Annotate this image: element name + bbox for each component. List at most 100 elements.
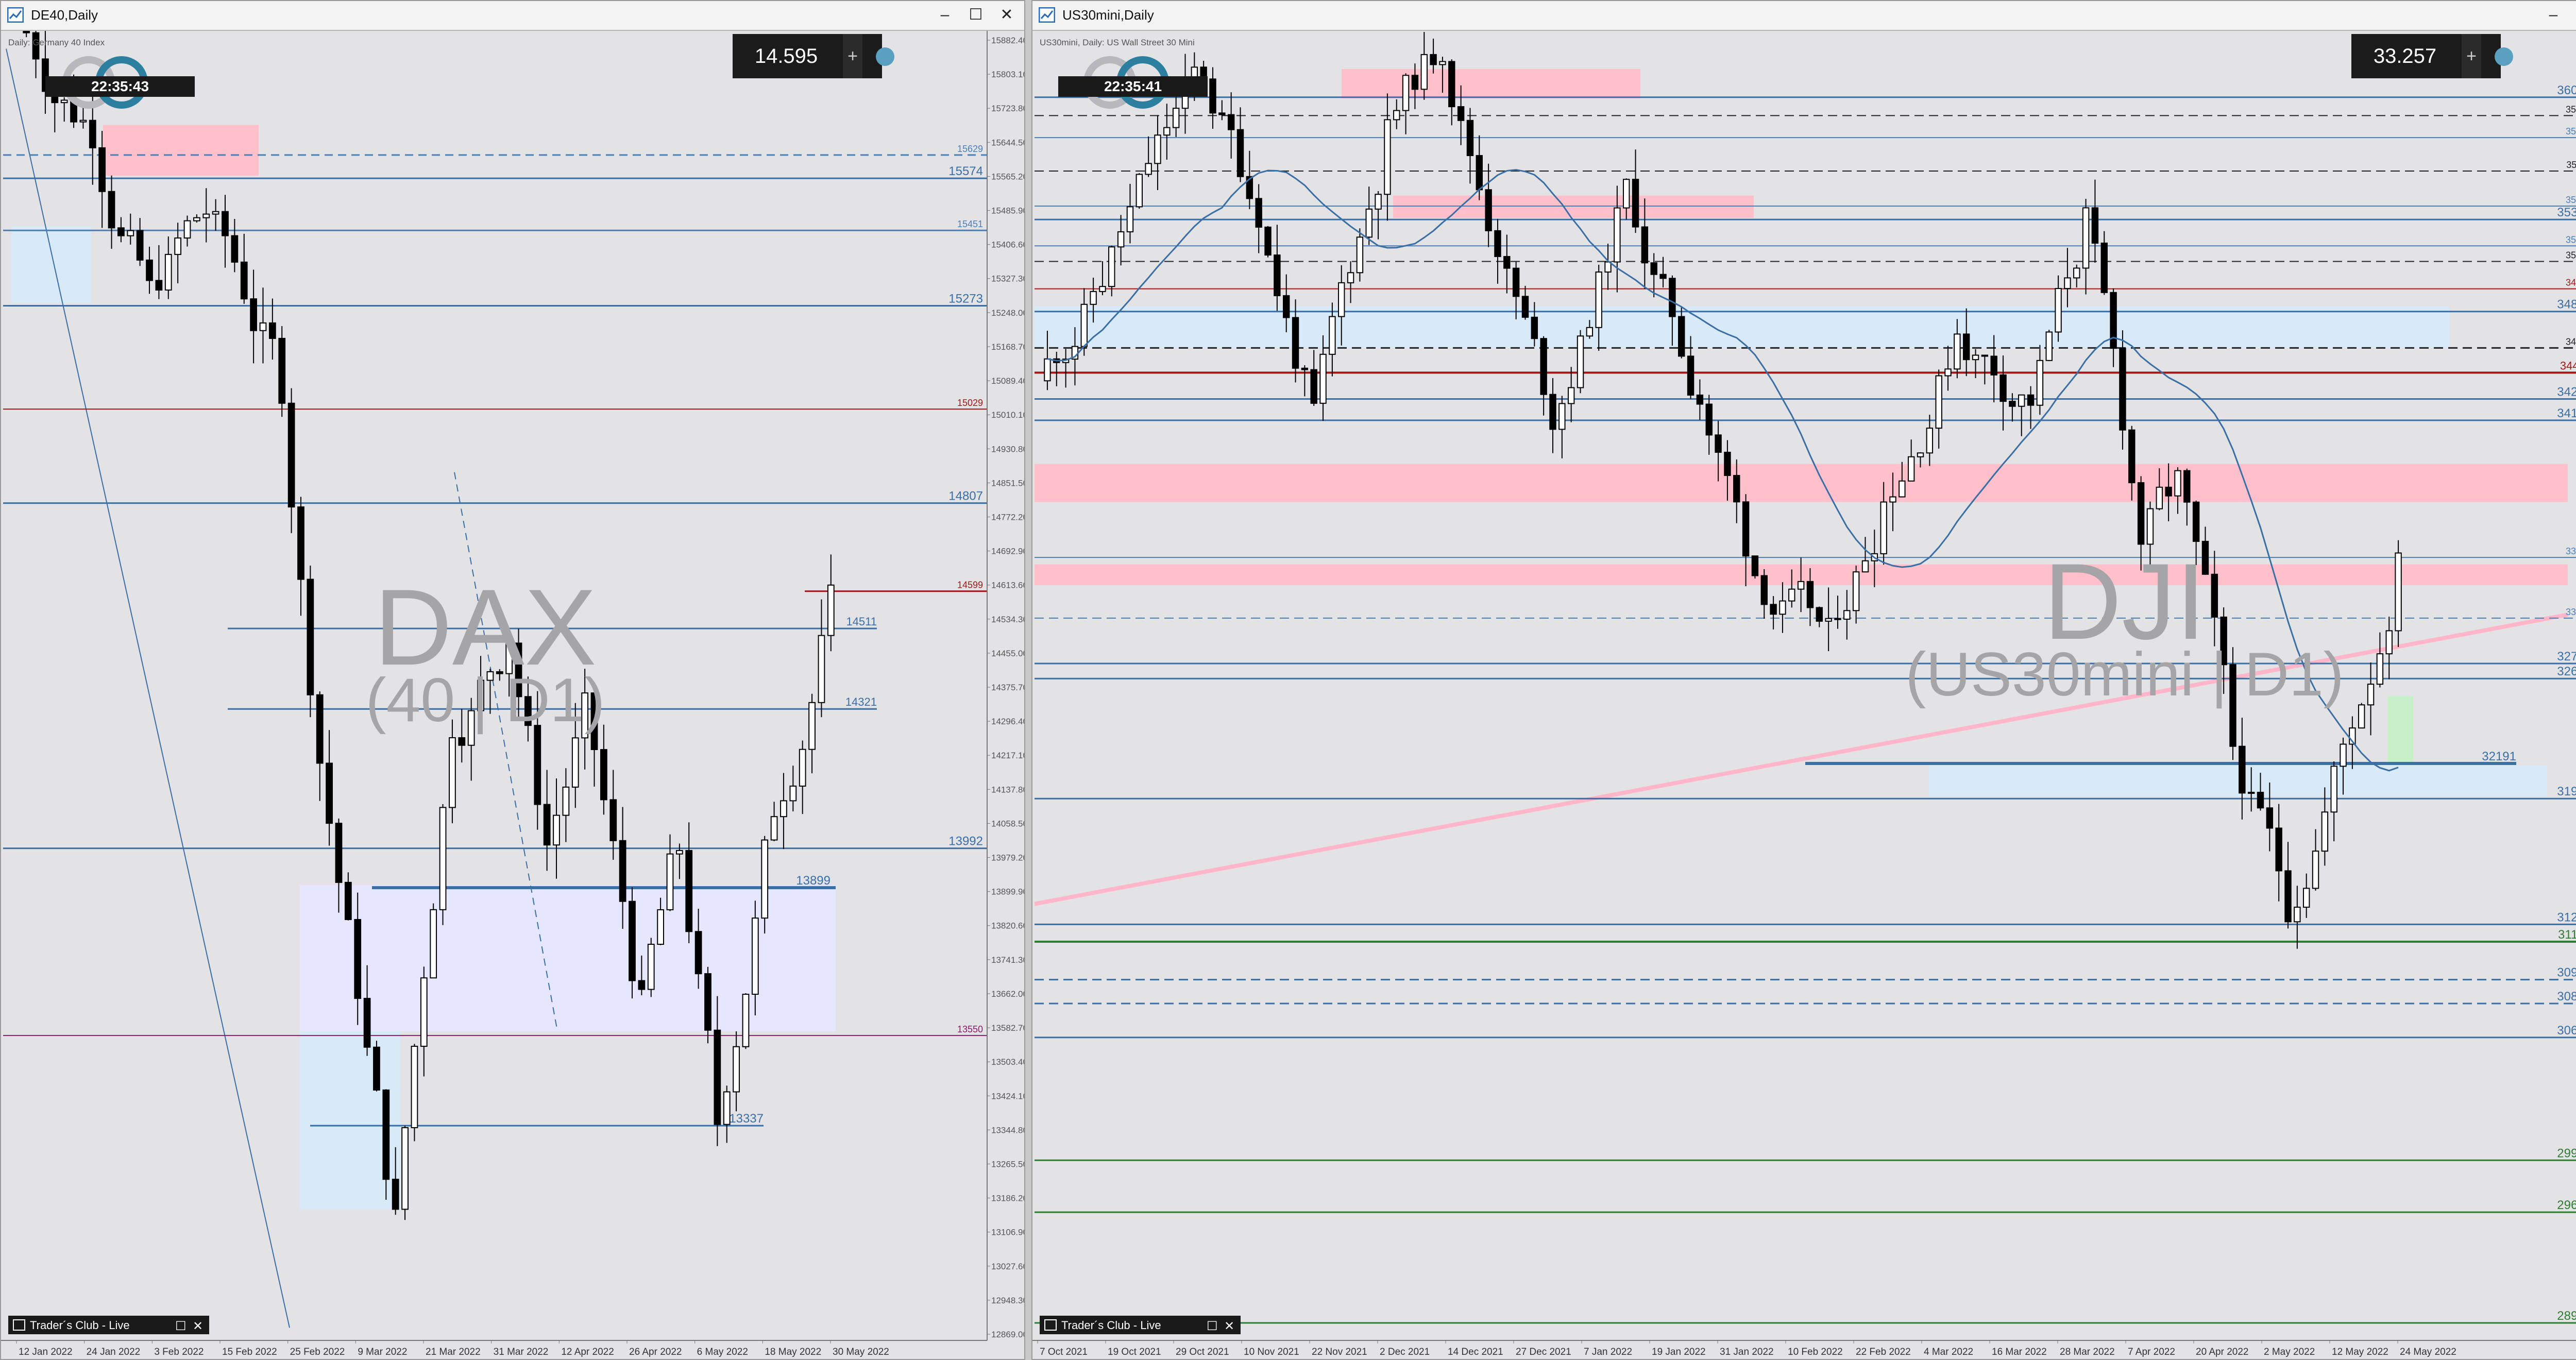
toggle-icon[interactable] bbox=[876, 47, 894, 66]
candle-body bbox=[420, 977, 428, 1047]
maximize-button[interactable]: ☐ bbox=[961, 4, 990, 26]
candle-body bbox=[1806, 581, 1814, 608]
candle-body bbox=[2137, 482, 2145, 545]
candle-body bbox=[1715, 434, 1722, 453]
level-label: 35179 bbox=[2566, 234, 2576, 245]
dax-chart-window[interactable]: DE40,Daily ‒ ☐ ✕ 15574 15273 14807 13992 138… bbox=[0, 0, 1025, 1360]
price-tick-label: 14772.20 bbox=[991, 512, 1024, 522]
plus-icon[interactable]: + bbox=[2466, 46, 2477, 66]
trader-club-panel[interactable]: Trader´s Club - Live ☐ ✕ bbox=[8, 1316, 209, 1334]
candle-body bbox=[2183, 470, 2191, 503]
dax-price-chart[interactable]: 15574 15273 14807 13992 13899 13337 15629 15451… bbox=[1, 31, 1024, 1360]
date-tick-label: 21 Mar 2022 bbox=[426, 1347, 481, 1357]
date-tick-label: 18 May 2022 bbox=[765, 1347, 821, 1357]
date-tick-label: 29 Oct 2021 bbox=[1176, 1347, 1229, 1357]
date-tick-label: 14 Dec 2021 bbox=[1448, 1347, 1503, 1357]
candle-body bbox=[430, 909, 437, 979]
date-tick-label: 7 Apr 2022 bbox=[2128, 1347, 2175, 1357]
candle-body bbox=[1264, 226, 1272, 256]
date-tick-label: 7 Jan 2022 bbox=[1584, 1347, 1632, 1357]
candle-body bbox=[1788, 588, 1795, 602]
candle-body bbox=[1742, 501, 1750, 557]
candle-body bbox=[2275, 827, 2282, 872]
candle-body bbox=[2082, 207, 2090, 269]
candle-body bbox=[1402, 75, 1410, 111]
demand-zone bbox=[11, 226, 91, 303]
price-tick-label: 13899.90 bbox=[991, 887, 1024, 897]
panel-close-icon[interactable]: ✕ bbox=[1224, 1319, 1234, 1333]
candle-body bbox=[344, 881, 352, 920]
dji-price-chart[interactable]: 36037 35331 34800 34295 34172 3276832681 32191… bbox=[1032, 31, 2576, 1360]
supply-zone bbox=[1393, 195, 1754, 218]
panel-maximize-icon[interactable]: ☐ bbox=[1207, 1319, 1218, 1333]
trend-line bbox=[6, 48, 290, 1328]
candle-body bbox=[647, 944, 655, 990]
price-tick-label: 14375.70 bbox=[991, 683, 1024, 692]
candle-body bbox=[1825, 618, 1832, 622]
symbol-description: US30mini, Daily: US Wall Street 30 Mini bbox=[1040, 38, 1195, 47]
candle-body bbox=[1080, 303, 1088, 347]
candle-body bbox=[657, 909, 664, 945]
candle-body bbox=[1622, 179, 1630, 209]
candle-body bbox=[827, 584, 835, 636]
level-label: 13899 bbox=[796, 874, 831, 888]
date-tick-label: 24 Jan 2022 bbox=[87, 1347, 141, 1357]
price-tick-label: 14613.60 bbox=[991, 581, 1024, 590]
candle-body bbox=[1430, 54, 1437, 65]
timer-text: 22:35:41 bbox=[1104, 78, 1162, 94]
spread-widget[interactable]: 33.257 + bbox=[2351, 34, 2513, 78]
candle-body bbox=[1751, 555, 1759, 576]
plus-icon[interactable]: + bbox=[848, 46, 858, 66]
panel-maximize-icon[interactable]: ☐ bbox=[175, 1319, 187, 1333]
level-label: 36037 bbox=[2557, 83, 2576, 97]
candle-body bbox=[1126, 206, 1134, 232]
title-bar[interactable]: DE40,Daily ‒ ☐ ✕ bbox=[1, 1, 1024, 31]
candle-body bbox=[326, 762, 333, 824]
candle-body bbox=[1521, 296, 1529, 318]
candle-body bbox=[1733, 474, 1740, 503]
candle-body bbox=[392, 1179, 399, 1210]
candle-body bbox=[1329, 316, 1336, 355]
candle-body bbox=[1632, 179, 1639, 228]
candle-body bbox=[127, 230, 134, 236]
candle-body bbox=[183, 220, 191, 239]
candle-body bbox=[714, 1029, 721, 1125]
candle-body bbox=[1595, 271, 1602, 328]
candle-body bbox=[316, 694, 324, 764]
date-tick-label: 2 May 2022 bbox=[2264, 1347, 2315, 1357]
candle-body bbox=[2211, 573, 2218, 618]
maximize-button[interactable]: ☐ bbox=[2570, 4, 2576, 26]
candle-body bbox=[1154, 134, 1161, 164]
level-label: 14599 bbox=[957, 580, 983, 590]
minimize-button[interactable]: ‒ bbox=[2539, 4, 2568, 26]
level-label: 31262 bbox=[2557, 910, 2576, 924]
price-tick-label: 15010.10 bbox=[991, 410, 1024, 420]
title-bar[interactable]: US30mini,Daily ‒ ☐ ✕ bbox=[1032, 1, 2576, 31]
candle-body bbox=[2284, 870, 2292, 923]
level-label: 35409 bbox=[2566, 195, 2576, 205]
toggle-icon[interactable] bbox=[2495, 47, 2513, 66]
level-label: 15574 bbox=[948, 164, 983, 178]
candle-body bbox=[117, 227, 125, 236]
date-tick-label: 30 May 2022 bbox=[833, 1347, 889, 1357]
candle-body bbox=[761, 839, 769, 919]
candle-body bbox=[1274, 254, 1281, 296]
dji-chart-window[interactable]: US30mini,Daily ‒ ☐ ✕ 36037 35331 34800 3429… bbox=[1031, 0, 2576, 1360]
candle-body bbox=[1549, 394, 1556, 430]
spread-widget[interactable]: 14.595 + bbox=[733, 34, 894, 78]
level-label: 35931 bbox=[2566, 104, 2576, 114]
trader-club-panel[interactable]: Trader´s Club - Live ☐ ✕ bbox=[1040, 1316, 1241, 1334]
candle-body bbox=[335, 823, 343, 883]
price-tick-label: 15168.70 bbox=[991, 342, 1024, 352]
date-tick-label: 12 Apr 2022 bbox=[561, 1347, 614, 1357]
close-button[interactable]: ✕ bbox=[992, 4, 1021, 26]
candle-body bbox=[2146, 508, 2154, 545]
candle-body bbox=[1843, 610, 1851, 620]
price-tick-label: 14455.00 bbox=[991, 649, 1024, 658]
candle-body bbox=[1917, 452, 1924, 457]
candle-body bbox=[1981, 354, 1989, 357]
level-label: 29900 bbox=[2557, 1146, 2576, 1160]
minimize-button[interactable]: ‒ bbox=[930, 4, 959, 26]
date-tick-label: 12 May 2022 bbox=[2332, 1347, 2388, 1357]
panel-close-icon[interactable]: ✕ bbox=[193, 1319, 203, 1333]
